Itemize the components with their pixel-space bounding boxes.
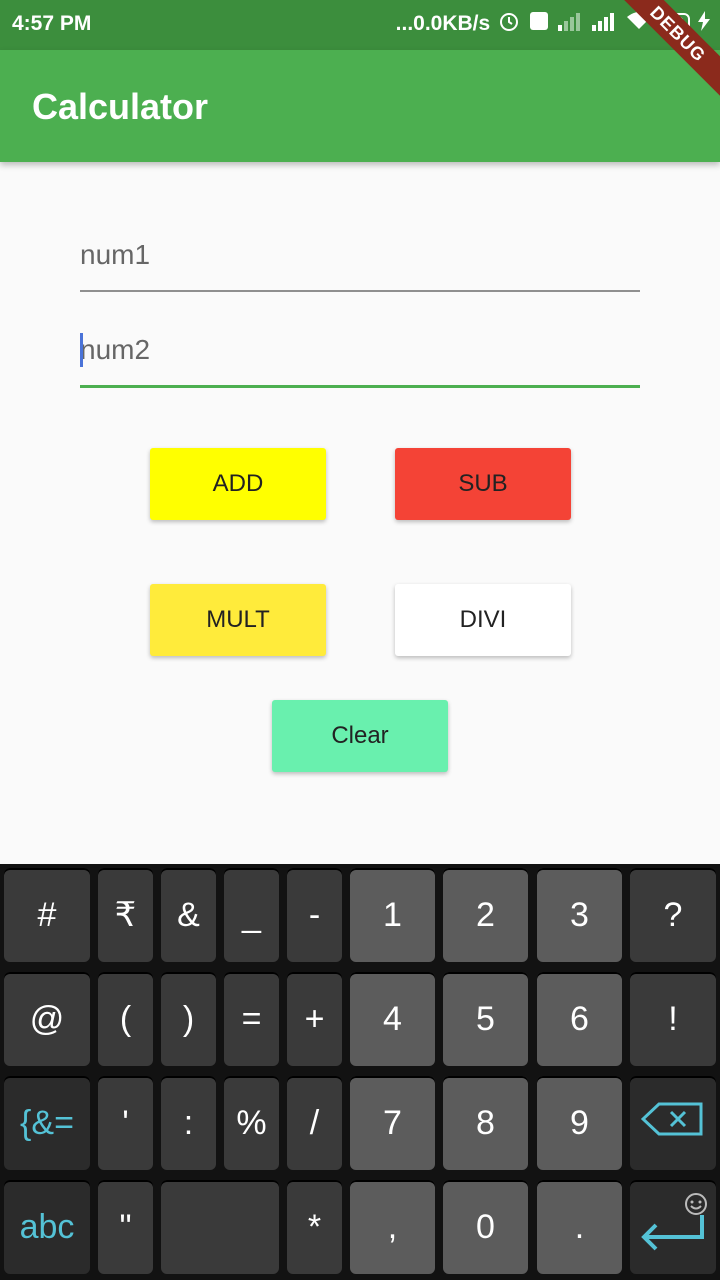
key-symbols-label: {&= [20,1103,74,1142]
net-speed: ...0.0KB/s [395,12,491,35]
debug-banner: DEBUG [600,0,720,120]
key-ampersand[interactable]: & [161,868,216,962]
key-4[interactable]: 4 [350,972,435,1066]
status-time: 4:57 PM [12,12,92,35]
key-2[interactable]: 2 [443,868,528,962]
alarm-icon [498,10,520,38]
sub-button[interactable]: SUB [395,448,571,520]
key-asterisk[interactable]: * [287,1180,342,1274]
num2-field[interactable] [80,315,640,388]
key-close-paren[interactable]: ) [161,972,216,1066]
key-question[interactable]: ? [630,868,716,962]
key-double-quote[interactable]: " [98,1180,153,1274]
key-backspace[interactable] [630,1076,716,1170]
page-title: Calculator [32,86,209,127]
key-hash[interactable]: # [4,868,90,962]
key-3[interactable]: 3 [537,868,622,962]
key-7[interactable]: 7 [350,1076,435,1170]
key-rupee[interactable]: ₹ [98,868,153,962]
divi-button[interactable]: DIVI [395,584,571,656]
num1-field[interactable] [80,220,640,292]
num1-input[interactable] [80,220,640,290]
key-9[interactable]: 9 [537,1076,622,1170]
debug-label: DEBUG [611,0,720,101]
key-slash[interactable]: / [287,1076,342,1170]
key-apostrophe[interactable]: ' [98,1076,153,1170]
mult-button[interactable]: MULT [150,584,326,656]
key-enter[interactable] [630,1180,716,1274]
key-abc-label: abc [19,1207,75,1246]
key-open-paren[interactable]: ( [98,972,153,1066]
key-colon[interactable]: : [161,1076,216,1170]
key-comma[interactable]: , [350,1180,435,1274]
key-6[interactable]: 6 [537,972,622,1066]
key-abc[interactable]: abc [4,1180,90,1274]
key-period[interactable]: . [537,1180,622,1274]
num2-input[interactable] [80,315,640,385]
soft-keyboard: # ₹ & _ - 1 2 3 ? @ ( ) = + 4 5 6 ! {&= … [0,864,720,1280]
text-cursor [80,333,83,367]
key-plus[interactable]: + [287,972,342,1066]
key-space[interactable] [161,1180,279,1274]
add-button[interactable]: ADD [150,448,326,520]
clear-button[interactable]: Clear [272,700,448,772]
key-equals[interactable]: = [224,972,279,1066]
volte-icon [528,10,550,38]
key-8[interactable]: 8 [443,1076,528,1170]
signal-icon-1 [558,11,584,37]
backspace-icon [640,1102,705,1145]
enter-icon [638,1211,706,1260]
key-1[interactable]: 1 [350,868,435,962]
key-percent[interactable]: % [224,1076,279,1170]
key-5[interactable]: 5 [443,972,528,1066]
key-underscore[interactable]: _ [224,868,279,962]
key-exclamation[interactable]: ! [630,972,716,1066]
key-0[interactable]: 0 [443,1180,528,1274]
key-minus[interactable]: - [287,868,342,962]
key-symbols-page[interactable]: {&= [4,1076,90,1170]
key-at[interactable]: @ [4,972,90,1066]
